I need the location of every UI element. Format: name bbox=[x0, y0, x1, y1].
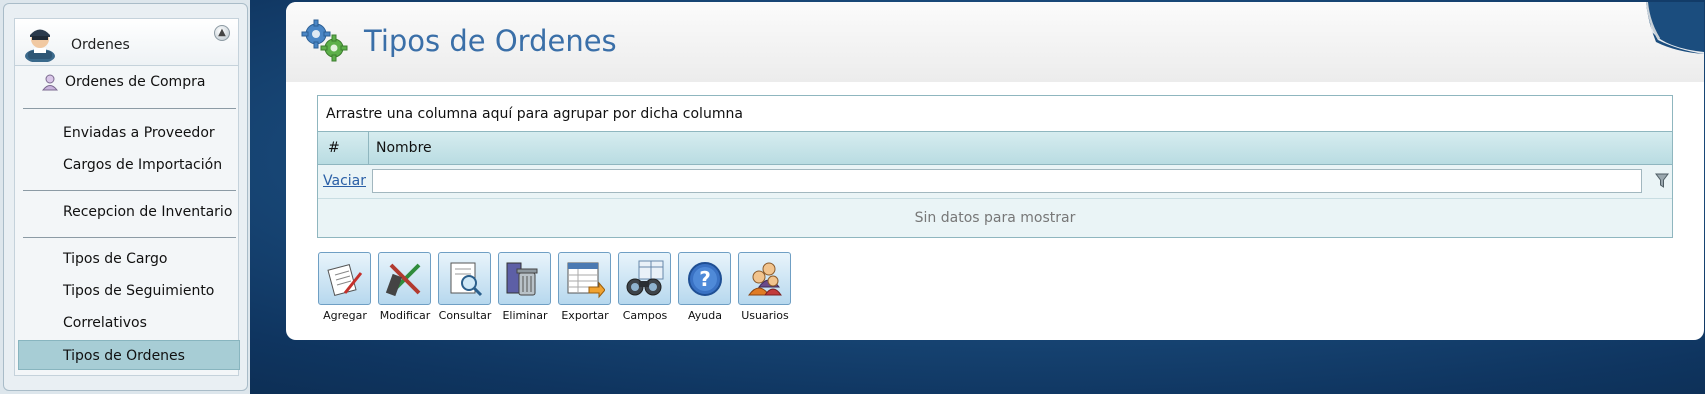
column-header-number[interactable]: # bbox=[328, 140, 340, 156]
column-header-nombre[interactable]: Nombre bbox=[376, 140, 432, 156]
users-icon bbox=[748, 262, 782, 296]
sidebar-item-label: Ordenes de Compra bbox=[65, 74, 206, 90]
sidebar-item-label: Tipos de Seguimiento bbox=[63, 283, 215, 299]
search-document-icon bbox=[450, 262, 483, 297]
gears-icon bbox=[301, 19, 348, 62]
users-button-frame bbox=[738, 252, 791, 305]
filter-icon[interactable] bbox=[1654, 172, 1670, 190]
sidebar-item-ordenes-de-compra[interactable]: Ordenes de Compra bbox=[19, 67, 234, 97]
delete-button[interactable]: Eliminar bbox=[497, 252, 553, 324]
sidebar-item-correlativos[interactable]: Correlativos bbox=[19, 308, 234, 338]
sidebar-divider bbox=[23, 190, 236, 191]
delete-button-label: Eliminar bbox=[502, 309, 548, 322]
view-button-label: Consultar bbox=[438, 309, 492, 322]
sidebar-menu: Ordenes de Compra Enviadas a Proveedor C… bbox=[14, 66, 240, 376]
add-document-icon bbox=[327, 263, 363, 297]
filter-row: Vaciar bbox=[318, 165, 1672, 199]
help-button-label: Ayuda bbox=[688, 309, 722, 322]
export-button[interactable]: Exportar bbox=[557, 252, 613, 324]
sidebar-item-recepcion-de-inventario[interactable]: Recepcion de Inventario bbox=[19, 197, 234, 227]
view-button[interactable]: Consultar bbox=[437, 252, 493, 324]
export-sheet-icon bbox=[567, 262, 605, 299]
export-button-frame bbox=[558, 252, 611, 305]
edit-pencil-icon bbox=[385, 263, 421, 297]
page-title: Tipos de Ordenes bbox=[364, 24, 617, 58]
edit-button-label: Modificar bbox=[379, 309, 431, 322]
sidebar: Ordenes ▲ Ordenes de Compra Enviadas a P… bbox=[3, 3, 248, 391]
users-button-label: Usuarios bbox=[741, 309, 789, 322]
sidebar-item-label: Tipos de Cargo bbox=[63, 251, 168, 267]
sidebar-item-label: Recepcion de Inventario bbox=[63, 204, 233, 220]
edit-button-frame bbox=[378, 252, 431, 305]
sidebar-item-label: Enviadas a Proveedor bbox=[63, 125, 215, 141]
edit-button[interactable]: Modificar bbox=[377, 252, 433, 324]
add-button-label: Agregar bbox=[323, 309, 367, 322]
export-button-label: Exportar bbox=[561, 309, 609, 322]
view-button-frame bbox=[438, 252, 491, 305]
sidebar-item-label: Tipos de Ordenes bbox=[63, 348, 185, 364]
fields-button-label: Campos bbox=[622, 309, 668, 322]
sidebar-item-enviadas-a-proveedor[interactable]: Enviadas a Proveedor bbox=[19, 118, 234, 148]
empty-message: Sin datos para mostrar bbox=[318, 199, 1672, 237]
sidebar-item-label: Cargos de Importación bbox=[63, 157, 223, 173]
sidebar-item-tipos-de-cargo[interactable]: Tipos de Cargo bbox=[19, 244, 234, 274]
help-button-frame: ? bbox=[678, 252, 731, 305]
operator-avatar-icon bbox=[25, 29, 55, 62]
svg-text:?: ? bbox=[699, 267, 711, 291]
grid-header-row: # Nombre bbox=[318, 132, 1672, 165]
group-by-panel[interactable]: Arrastre una columna aquí para agrupar p… bbox=[318, 96, 1672, 132]
fields-button[interactable]: Campos bbox=[617, 252, 673, 324]
add-button[interactable]: Agregar bbox=[317, 252, 373, 324]
sidebar-item-tipos-de-seguimiento[interactable]: Tipos de Seguimiento bbox=[19, 276, 234, 306]
sidebar-item-tipos-de-ordenes[interactable]: Tipos de Ordenes bbox=[18, 340, 240, 370]
sidebar-section-header[interactable]: Ordenes ▲ bbox=[14, 18, 239, 66]
data-grid: Arrastre una columna aquí para agrupar p… bbox=[317, 95, 1673, 238]
help-icon: ? bbox=[688, 262, 722, 296]
sidebar-divider bbox=[23, 237, 236, 238]
binoculars-icon bbox=[626, 260, 664, 296]
filter-input[interactable] bbox=[372, 169, 1642, 193]
user-icon bbox=[41, 74, 59, 91]
main-content: Tipos de Ordenes Arrastre una columna aq… bbox=[286, 2, 1704, 340]
page-header: Tipos de Ordenes bbox=[286, 2, 1704, 82]
page-curl-decoration bbox=[1646, 2, 1704, 54]
add-button-frame bbox=[318, 252, 371, 305]
delete-button-frame bbox=[498, 252, 551, 305]
sidebar-item-label: Correlativos bbox=[63, 315, 147, 331]
action-toolbar: Agregar Modificar Consultar Eliminar Exp… bbox=[317, 252, 817, 324]
users-button[interactable]: Usuarios bbox=[737, 252, 793, 324]
column-divider bbox=[368, 132, 369, 164]
fields-button-frame bbox=[618, 252, 671, 305]
sidebar-item-cargos-de-importacion[interactable]: Cargos de Importación bbox=[19, 150, 234, 180]
collapse-up-icon[interactable]: ▲ bbox=[214, 25, 230, 41]
clear-filter-link[interactable]: Vaciar bbox=[323, 173, 366, 189]
sidebar-header-title: Ordenes bbox=[71, 37, 130, 53]
help-button[interactable]: ? Ayuda bbox=[677, 252, 733, 324]
trash-icon bbox=[506, 262, 538, 296]
sidebar-divider bbox=[23, 108, 236, 109]
